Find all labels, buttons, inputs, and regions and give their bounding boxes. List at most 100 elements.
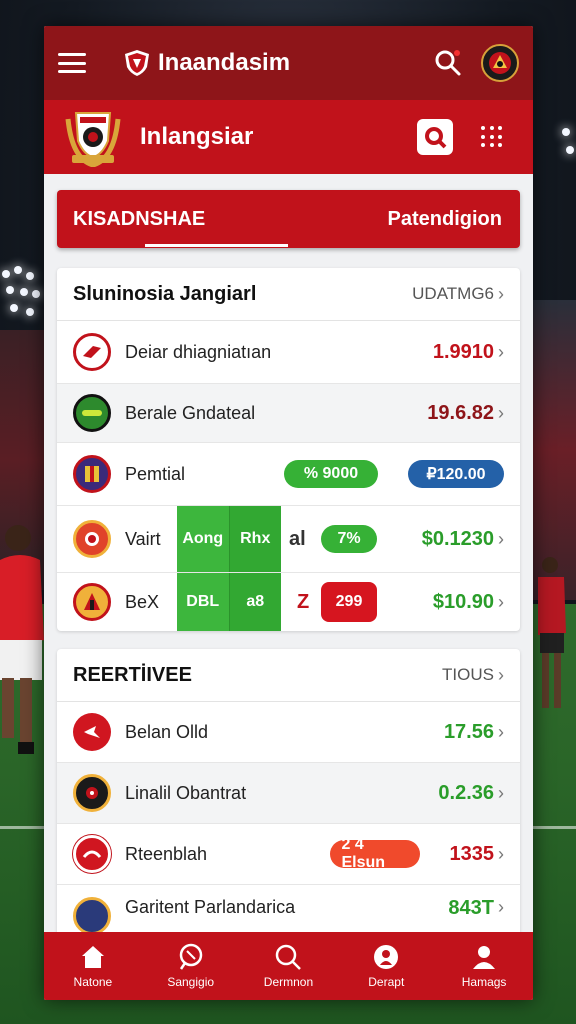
player-left xyxy=(0,525,44,754)
team-icon xyxy=(374,945,399,969)
item-name: Rteenblah xyxy=(125,843,208,864)
team-logo-icon xyxy=(73,333,111,371)
team-logo-icon xyxy=(73,713,111,751)
tab-right[interactable]: Patendigion xyxy=(388,208,502,231)
avatar[interactable] xyxy=(481,44,519,82)
team-logo-icon xyxy=(73,455,111,493)
card-more-link[interactable]: TIOUS › xyxy=(442,665,504,686)
floodlights-right xyxy=(556,120,576,180)
team-logo-icon xyxy=(73,583,111,621)
value-pill: % 9000 xyxy=(284,460,378,488)
nav-label: Derapt xyxy=(368,975,405,989)
item-name: Garitent Parlandarica xyxy=(125,897,296,917)
list-item[interactable]: Berale Gndateal 19.6.82 › xyxy=(57,384,520,443)
list-item[interactable]: Belan Olld 17.56 › xyxy=(57,702,520,763)
nav-search[interactable]: Dermnon xyxy=(248,943,328,989)
item-value: 19.6.82 xyxy=(427,401,494,424)
team-logo-icon xyxy=(73,394,111,432)
odds-cell: DBL xyxy=(186,593,220,610)
list-item[interactable]: Pemtial % 9000 ₽120.00 xyxy=(57,443,520,506)
tab-left[interactable]: KISADNSHAE xyxy=(73,208,205,231)
item-value: 17.56 xyxy=(443,720,494,743)
odds-block[interactable]: DBL a8 xyxy=(177,573,281,631)
bottom-nav: Natone Sangigio Dermnon Derapt Hamags xyxy=(44,932,533,1000)
app-screen: Inaandasim Inlangsiar KISADNSHAE Patendi… xyxy=(44,26,533,1000)
player-right xyxy=(538,557,566,708)
item-value: 1.9910 xyxy=(432,340,494,363)
team-logo-icon xyxy=(73,897,111,935)
home-icon xyxy=(81,946,104,968)
nav-team[interactable]: Derapt xyxy=(346,943,426,989)
card-title: Sluninosia Jangiarl xyxy=(73,282,257,305)
grid-icon[interactable] xyxy=(481,126,503,148)
chevron-right-icon: › xyxy=(498,843,504,864)
item-name: Deiar dhiagniatıan xyxy=(125,341,272,362)
list-item[interactable]: Deiar dhiagniatıan 1.9910 › xyxy=(57,321,520,384)
nav-label: Dermnon xyxy=(263,975,314,989)
floodlights-left xyxy=(0,260,48,340)
item-name: Pemtial xyxy=(125,463,186,484)
list-item[interactable]: Vairt Aong Rhx al 7% $0.1230 › xyxy=(57,506,520,573)
odds-cell: Aong xyxy=(182,530,224,547)
top-app-bar: Inaandasim xyxy=(44,26,533,100)
item-value: $10.90 xyxy=(432,590,494,613)
app-title: Inaandasim xyxy=(158,49,291,76)
item-name: Berale Gndateal xyxy=(125,402,256,423)
value-pill: 7% xyxy=(321,525,377,553)
nav-label: Hamags xyxy=(461,975,507,989)
team-logo-icon xyxy=(73,520,111,558)
item-name: Linalil Obantrat xyxy=(125,782,247,803)
value-pill: 2 4 Elsun xyxy=(329,836,420,871)
card-more-link[interactable]: UDATMG6 › xyxy=(412,284,504,305)
chevron-right-icon: › xyxy=(498,782,504,803)
card-header: REERTİIVEE TIOUS › xyxy=(57,649,520,702)
list-item[interactable]: Rteenblah 2 4 Elsun 1335 › xyxy=(57,824,520,885)
stats-card-1: Sluninosia Jangiarl UDATMG6 › Deiar dhiag… xyxy=(57,268,520,631)
nav-ball[interactable]: Sangigio xyxy=(151,943,231,989)
team-logo-icon xyxy=(73,774,111,812)
card-header: Sluninosia Jangiarl UDATMG6 › xyxy=(57,268,520,321)
avatar-icon xyxy=(489,52,511,74)
search-card-icon[interactable] xyxy=(417,119,453,155)
shield-logo-icon xyxy=(125,50,149,76)
value-pill: ₽120.00 xyxy=(408,460,504,488)
item-value: 0.2.36 xyxy=(438,781,494,804)
hamburger-icon[interactable] xyxy=(58,53,86,73)
search-icon[interactable] xyxy=(433,48,463,78)
chevron-right-icon: › xyxy=(498,897,504,917)
chevron-right-icon: › xyxy=(498,341,504,362)
nav-home[interactable]: Natone xyxy=(53,943,133,989)
item-value: 1335 xyxy=(449,842,495,865)
nav-label: Natone xyxy=(73,975,113,989)
odds-cell: a8 xyxy=(228,573,281,631)
list-item[interactable]: Garitent Parlandarica 843T › xyxy=(57,885,520,937)
team-crest-icon xyxy=(65,112,121,167)
item-name: Belan Olld xyxy=(125,721,209,742)
chevron-right-icon: › xyxy=(498,283,504,304)
item-value: $0.1230 xyxy=(421,527,494,550)
team-logo-icon xyxy=(73,835,111,873)
item-extra: Z xyxy=(297,590,310,613)
odds-cell: Rhx xyxy=(228,506,281,572)
team-header: Inlangsiar xyxy=(44,100,533,174)
chevron-right-icon: › xyxy=(498,402,504,423)
nav-profile[interactable]: Hamags xyxy=(444,943,524,989)
item-extra: al xyxy=(289,527,306,550)
list-item[interactable]: BeX DBL a8 Z 299 $10.90 › xyxy=(57,573,520,631)
app-brand: Inaandasim xyxy=(124,49,433,77)
nav-label: Sangigio xyxy=(167,975,215,989)
header-title: Inlangsiar xyxy=(140,123,254,150)
tab-indicator xyxy=(145,244,288,247)
item-value: 843T xyxy=(448,897,494,919)
tab-bar: KISADNSHAE Patendigion xyxy=(57,190,520,248)
profile-icon xyxy=(473,946,496,969)
chevron-right-icon: › xyxy=(498,664,504,685)
list-item[interactable]: Linalil Obantrat 0.2.36 › xyxy=(57,763,520,824)
ball-icon xyxy=(179,943,202,970)
odds-block[interactable]: Aong Rhx xyxy=(177,506,281,572)
chevron-right-icon: › xyxy=(498,591,504,612)
chevron-right-icon: › xyxy=(498,528,504,549)
value-pill: 299 xyxy=(321,582,377,622)
chevron-right-icon: › xyxy=(498,721,504,742)
card-title: REERTİIVEE xyxy=(73,663,192,686)
